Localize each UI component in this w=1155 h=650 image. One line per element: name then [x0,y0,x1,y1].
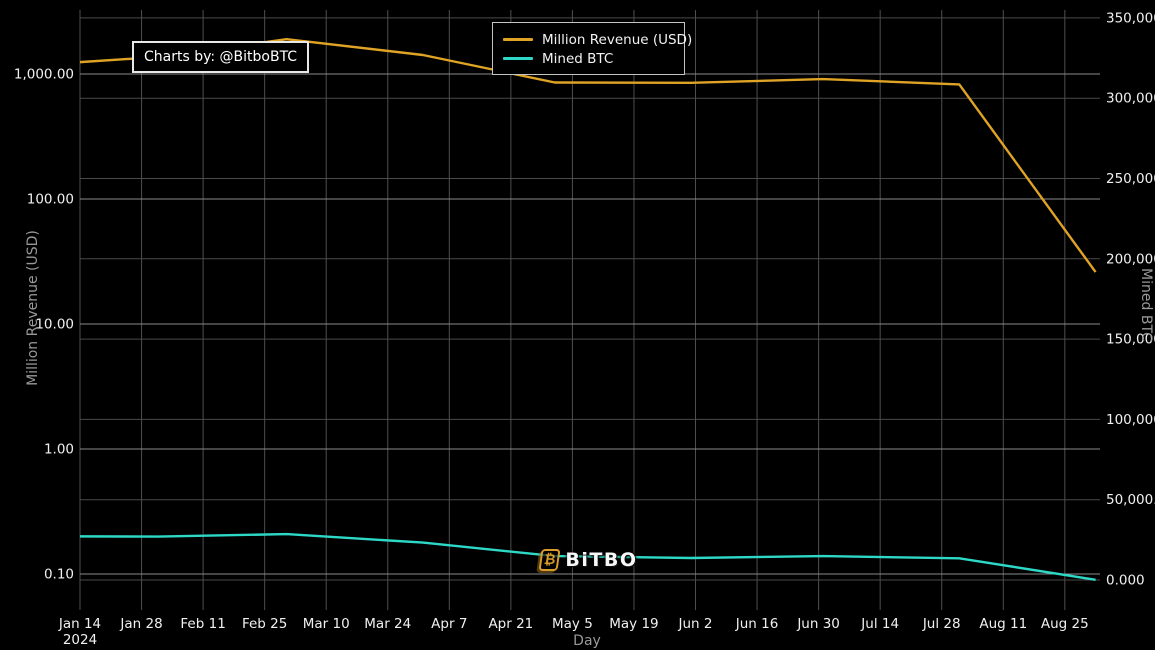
legend-item-mined-btc[interactable]: Mined BTC [503,49,674,68]
date-tick-label: Jul 28 [922,616,961,632]
legend-label-mined-btc: Mined BTC [542,50,614,67]
date-tick-label: Aug 11 [979,616,1027,632]
date-tick-label: Apr 21 [488,616,533,632]
credit-badge: Charts by: @BitboBTC [132,41,310,73]
right-tick-label: 0.000 [1106,572,1145,588]
legend-label-revenue: Million Revenue (USD) [542,31,693,48]
date-tick-label: Mar 10 [303,616,350,632]
right-tick-label: 200,000.000 [1106,251,1155,267]
chart-canvas: 1,000.00 100.00 10.00 1.00 0.10 350,000.000 30… [0,0,1155,650]
date-tick-label: Jun 2 [678,616,713,632]
left-tick-label: 1,000.00 [14,66,74,82]
date-tick-label-year: 2024 [63,632,97,648]
right-tick-label: 100,000.000 [1106,412,1155,428]
bitbo-logo-text: BiTBO [565,549,638,571]
legend-item-revenue[interactable]: Million Revenue (USD) [503,30,692,49]
right-tick-label: 250,000.000 [1106,171,1155,187]
date-tick-label: Jul 14 [860,616,899,632]
right-tick-label: 50,000.000 [1106,492,1155,508]
revenue-line-swatch [503,38,533,41]
left-tick-label: 1.00 [44,441,74,457]
mined-btc-line-swatch [503,57,533,60]
date-tick-label: May 19 [609,616,658,632]
left-axis-title: Million Revenue (USD) [25,230,41,386]
left-tick-label: 10.00 [35,316,74,332]
date-tick-label: May 5 [552,616,593,632]
date-tick-label: Jan 14 [58,616,101,632]
right-tick-label: 300,000.000 [1106,91,1155,107]
date-tick-label: Aug 25 [1041,616,1089,632]
left-tick-label: 0.10 [44,566,74,582]
credit-text: Charts by: @BitboBTC [144,49,298,65]
bitbo-watermark: ₿ BiTBO [538,549,638,571]
x-axis-title: Day [573,633,601,649]
date-tick-label: Jun 30 [796,616,840,632]
legend: Million Revenue (USD) Mined BTC [492,22,692,75]
left-tick-label: 100.00 [27,191,74,207]
date-tick-label: Jan 28 [119,616,162,632]
date-tick-label: Mar 24 [364,616,411,632]
date-tick-label: Feb 25 [242,616,287,632]
right-axis-title: Mined BTC [1138,268,1154,342]
right-tick-label: 350,000.000 [1106,10,1155,26]
date-tick-label: Feb 11 [180,616,225,632]
date-tick-label: Jun 16 [735,616,779,632]
date-tick-label: Apr 7 [431,616,467,632]
bitcoin-coin-icon: ₿ [538,549,561,571]
